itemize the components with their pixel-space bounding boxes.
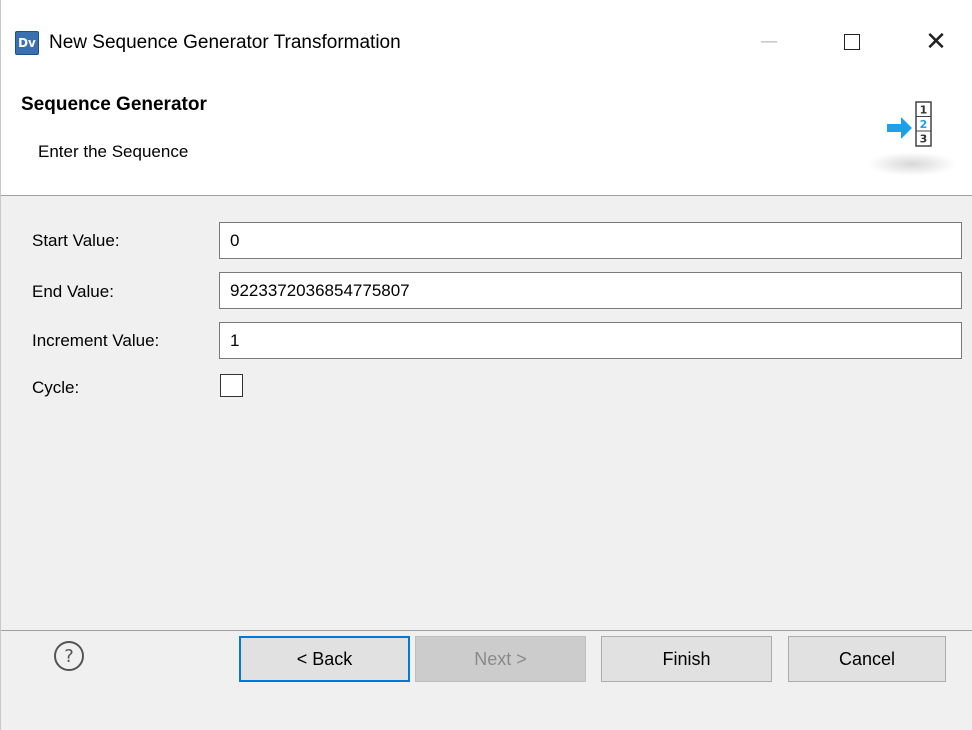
cycle-checkbox[interactable] <box>220 374 243 397</box>
window-title: New Sequence Generator Transformation <box>49 32 401 53</box>
app-icon: Dv <box>15 31 39 55</box>
page-title: Sequence Generator <box>21 94 207 115</box>
start-value-label: Start Value: <box>32 231 120 250</box>
wizard-header: Sequence Generator Enter the Sequence 1 … <box>1 80 972 196</box>
cycle-label: Cycle: <box>32 378 80 397</box>
back-button[interactable]: < Back <box>239 636 410 682</box>
end-value-label: End Value: <box>32 282 114 301</box>
sequence-generator-icon: 1 2 3 <box>887 101 932 147</box>
minimize-icon: — <box>760 31 778 52</box>
finish-button[interactable]: Finish <box>601 636 772 682</box>
close-button[interactable]: ✕ <box>913 22 959 62</box>
dialog-window: Dv New Sequence Generator Transformation… <box>0 0 972 730</box>
maximize-icon <box>844 34 860 50</box>
sequence-digit-3: 3 <box>920 133 928 146</box>
sequence-digit-1: 1 <box>920 104 928 117</box>
minimize-button[interactable]: — <box>746 22 792 62</box>
maximize-button[interactable] <box>829 22 875 62</box>
sequence-digit-2: 2 <box>920 118 928 131</box>
increment-value-input[interactable]: 1 <box>219 322 962 359</box>
start-value-input[interactable]: 0 <box>219 222 962 259</box>
increment-value-label: Increment Value: <box>32 331 160 350</box>
close-icon: ✕ <box>925 27 947 57</box>
page-subtitle: Enter the Sequence <box>38 142 189 161</box>
title-bar[interactable]: Dv New Sequence Generator Transformation… <box>1 0 972 80</box>
help-icon[interactable]: ? <box>53 640 85 672</box>
end-value-input[interactable]: 9223372036854775807 <box>219 272 962 309</box>
cancel-button[interactable]: Cancel <box>788 636 946 682</box>
footer-divider <box>1 630 972 631</box>
svg-text:?: ? <box>64 646 74 667</box>
next-button[interactable]: Next > <box>415 636 586 682</box>
